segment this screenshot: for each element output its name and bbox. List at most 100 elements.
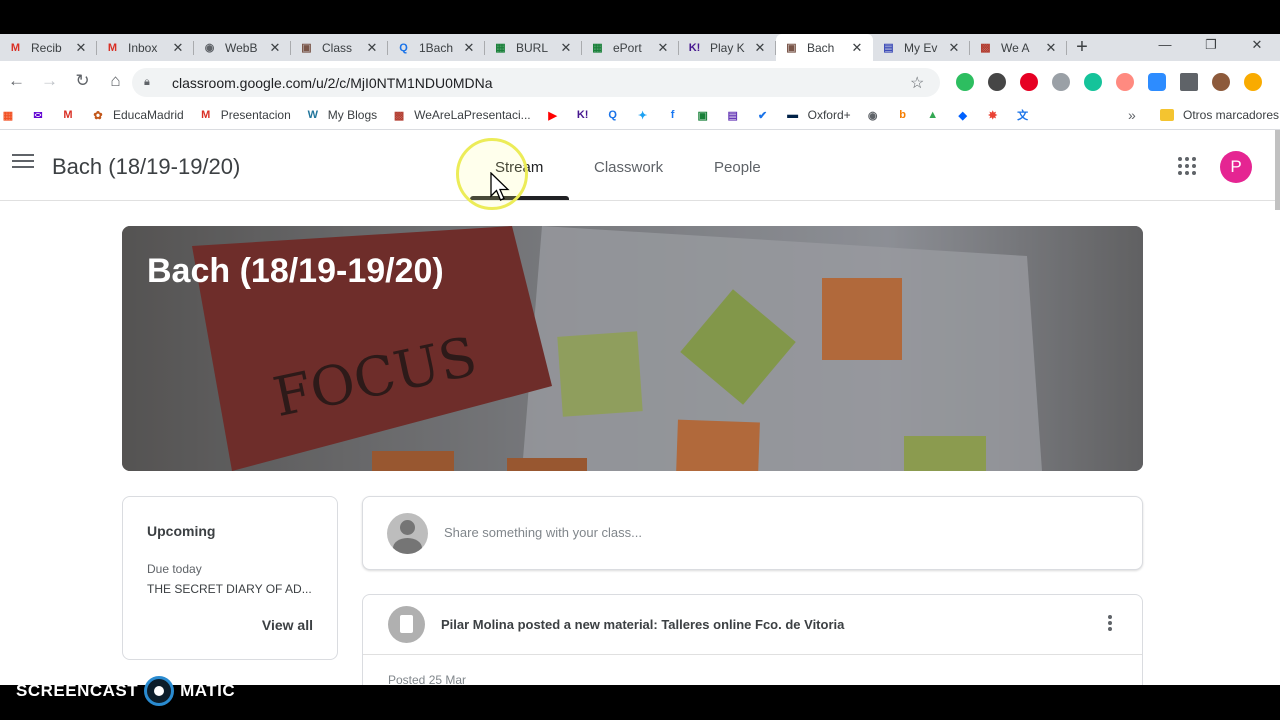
browser-tab[interactable]: K! Play K ✕: [679, 34, 776, 61]
skype-icon[interactable]: [1052, 73, 1070, 91]
other-bookmarks-folder[interactable]: Otros marcadores: [1160, 108, 1279, 122]
grammarly-icon[interactable]: [1084, 73, 1102, 91]
address-bar[interactable]: 🔒︎ classroom.google.com/u/2/c/MjI0NTM1ND…: [132, 68, 940, 97]
url-text[interactable]: classroom.google.com/u/2/c/MjI0NTM1NDU0M…: [172, 75, 910, 91]
bookmark-item[interactable]: ▬ Oxford+: [785, 107, 851, 123]
material-icon: [388, 606, 425, 643]
bookmark-star-icon[interactable]: ☆: [910, 73, 940, 93]
bookmark-item[interactable]: Q: [605, 107, 621, 123]
close-tab-icon[interactable]: ✕: [558, 40, 574, 56]
home-icon[interactable]: ⌂: [99, 71, 132, 91]
more-options-icon[interactable]: [1108, 615, 1112, 633]
zoom-icon[interactable]: [1148, 73, 1166, 91]
bookmark-item[interactable]: ✿ EducaMadrid: [90, 107, 183, 123]
tab-title: Bach: [807, 40, 835, 55]
lock-icon[interactable]: 🔒︎: [144, 76, 160, 89]
user-avatar-icon: [387, 513, 428, 554]
tab-title: ePort: [613, 40, 642, 55]
bookmark-item[interactable]: ◉: [865, 107, 881, 123]
close-tab-icon[interactable]: ✕: [364, 40, 380, 56]
browser-tab[interactable]: ▦ ePort ✕: [582, 34, 679, 61]
view-all-button[interactable]: View all: [262, 617, 313, 633]
bookmark-item[interactable]: b: [895, 107, 911, 123]
tab-title: My Ev: [904, 40, 938, 55]
stream-post[interactable]: Pilar Molina posted a new material: Tall…: [362, 594, 1143, 685]
watermark-recorded-with: RECORDED WITH: [16, 661, 113, 673]
quizizz-icon: Q: [608, 109, 617, 121]
cast-icon[interactable]: [1116, 73, 1134, 91]
browser-tab[interactable]: M Recib ✕: [0, 34, 97, 61]
account-avatar[interactable]: P: [1220, 151, 1252, 183]
bookmark-item[interactable]: ✦: [635, 107, 651, 123]
tab-classwork[interactable]: Classwork: [594, 159, 663, 176]
folder-icon: [1160, 109, 1174, 121]
class-title[interactable]: Bach (18/19-19/20): [52, 154, 240, 180]
close-window-button[interactable]: ✕: [1234, 34, 1280, 61]
bookmark-item[interactable]: W My Blogs: [305, 107, 378, 123]
close-tab-icon[interactable]: ✕: [946, 40, 962, 56]
wordpress-icon[interactable]: [988, 73, 1006, 91]
screencast-watermark: RECORDED WITH SCREENCAST MATIC: [16, 661, 235, 706]
bookmark-item[interactable]: ▲: [925, 107, 941, 123]
browser-tab[interactable]: ▦ BURL ✕: [485, 34, 582, 61]
post-date: Posted 25 Mar: [388, 673, 467, 685]
share-box[interactable]: Share something with your class...: [362, 496, 1143, 570]
restore-button[interactable]: ❐: [1188, 34, 1234, 61]
evernote-icon[interactable]: [956, 73, 974, 91]
bookmark-item[interactable]: ▦: [0, 107, 16, 123]
google-apps-icon[interactable]: [1178, 157, 1196, 175]
bookmark-item[interactable]: ▩ WeAreLaPresentaci...: [391, 107, 531, 123]
pinterest-icon[interactable]: [1020, 73, 1038, 91]
quizizz-icon: Q: [399, 41, 408, 54]
bookmark-item[interactable]: ◆: [955, 107, 971, 123]
bookmark-item[interactable]: ▤: [725, 107, 741, 123]
close-tab-icon[interactable]: ✕: [1043, 40, 1059, 56]
post-title[interactable]: Pilar Molina posted a new material: Tall…: [441, 617, 844, 632]
browser-tab[interactable]: ▩ We A ✕: [970, 34, 1067, 61]
share-placeholder[interactable]: Share something with your class...: [444, 525, 642, 540]
browser-tab[interactable]: ▣ Class ✕: [291, 34, 388, 61]
page-scrollbar[interactable]: [1275, 130, 1280, 210]
bookmark-item[interactable]: ▣: [695, 107, 711, 123]
bookmark-item[interactable]: 文: [1015, 107, 1031, 123]
bookmarks-overflow-icon[interactable]: »: [1128, 107, 1136, 123]
image-icon: ▩: [393, 109, 405, 122]
profile-avatar[interactable]: [1212, 73, 1230, 91]
browser-toolbar: ← → ↻ ⌂ 🔒︎ classroom.google.com/u/2/c/Mj…: [0, 61, 1280, 101]
close-tab-icon[interactable]: ✕: [267, 40, 283, 56]
mouse-cursor-icon: [490, 172, 510, 201]
bookmark-item[interactable]: ✸: [985, 107, 1001, 123]
media-playlist-icon[interactable]: [1180, 73, 1198, 91]
tab-people[interactable]: People: [714, 159, 761, 176]
forward-icon[interactable]: →: [33, 71, 66, 91]
banner-title: Bach (18/19-19/20): [147, 252, 444, 290]
browser-tab[interactable]: ◉ WebB ✕: [194, 34, 291, 61]
bookmark-item[interactable]: M: [60, 107, 76, 123]
bookmark-item[interactable]: ▶: [545, 107, 561, 123]
update-badge[interactable]: [1244, 73, 1262, 91]
gmail-icon: M: [107, 41, 118, 54]
youtube-icon: ▶: [548, 109, 557, 122]
minimize-button[interactable]: —: [1142, 34, 1188, 61]
new-tab-icon[interactable]: +: [1067, 36, 1097, 59]
bookmark-item[interactable]: M Presentacion: [198, 107, 291, 123]
back-icon[interactable]: ←: [0, 71, 33, 91]
close-tab-icon[interactable]: ✕: [752, 40, 768, 56]
browser-tab[interactable]: M Inbox ✕: [97, 34, 194, 61]
bookmark-item[interactable]: ✉: [30, 107, 46, 123]
close-tab-icon[interactable]: ✕: [73, 40, 89, 56]
close-tab-icon[interactable]: ✕: [655, 40, 671, 56]
browser-tab[interactable]: ▣ Bach ✕: [776, 34, 873, 61]
menu-icon[interactable]: [12, 154, 34, 172]
bookmark-item[interactable]: ✔: [755, 107, 771, 123]
bookmark-item[interactable]: f: [665, 107, 681, 123]
bookmark-item[interactable]: K!: [575, 107, 591, 123]
close-tab-icon[interactable]: ✕: [170, 40, 186, 56]
browser-tab[interactable]: Q 1Bach ✕: [388, 34, 485, 61]
upcoming-assignment-link[interactable]: THE SECRET DIARY OF AD...: [147, 582, 313, 596]
bookmark-label: WeAreLaPresentaci...: [414, 108, 531, 122]
close-tab-icon[interactable]: ✕: [461, 40, 477, 56]
browser-tab[interactable]: ▤ My Ev ✕: [873, 34, 970, 61]
reload-icon[interactable]: ↻: [66, 71, 99, 91]
close-tab-icon[interactable]: ✕: [849, 40, 865, 56]
